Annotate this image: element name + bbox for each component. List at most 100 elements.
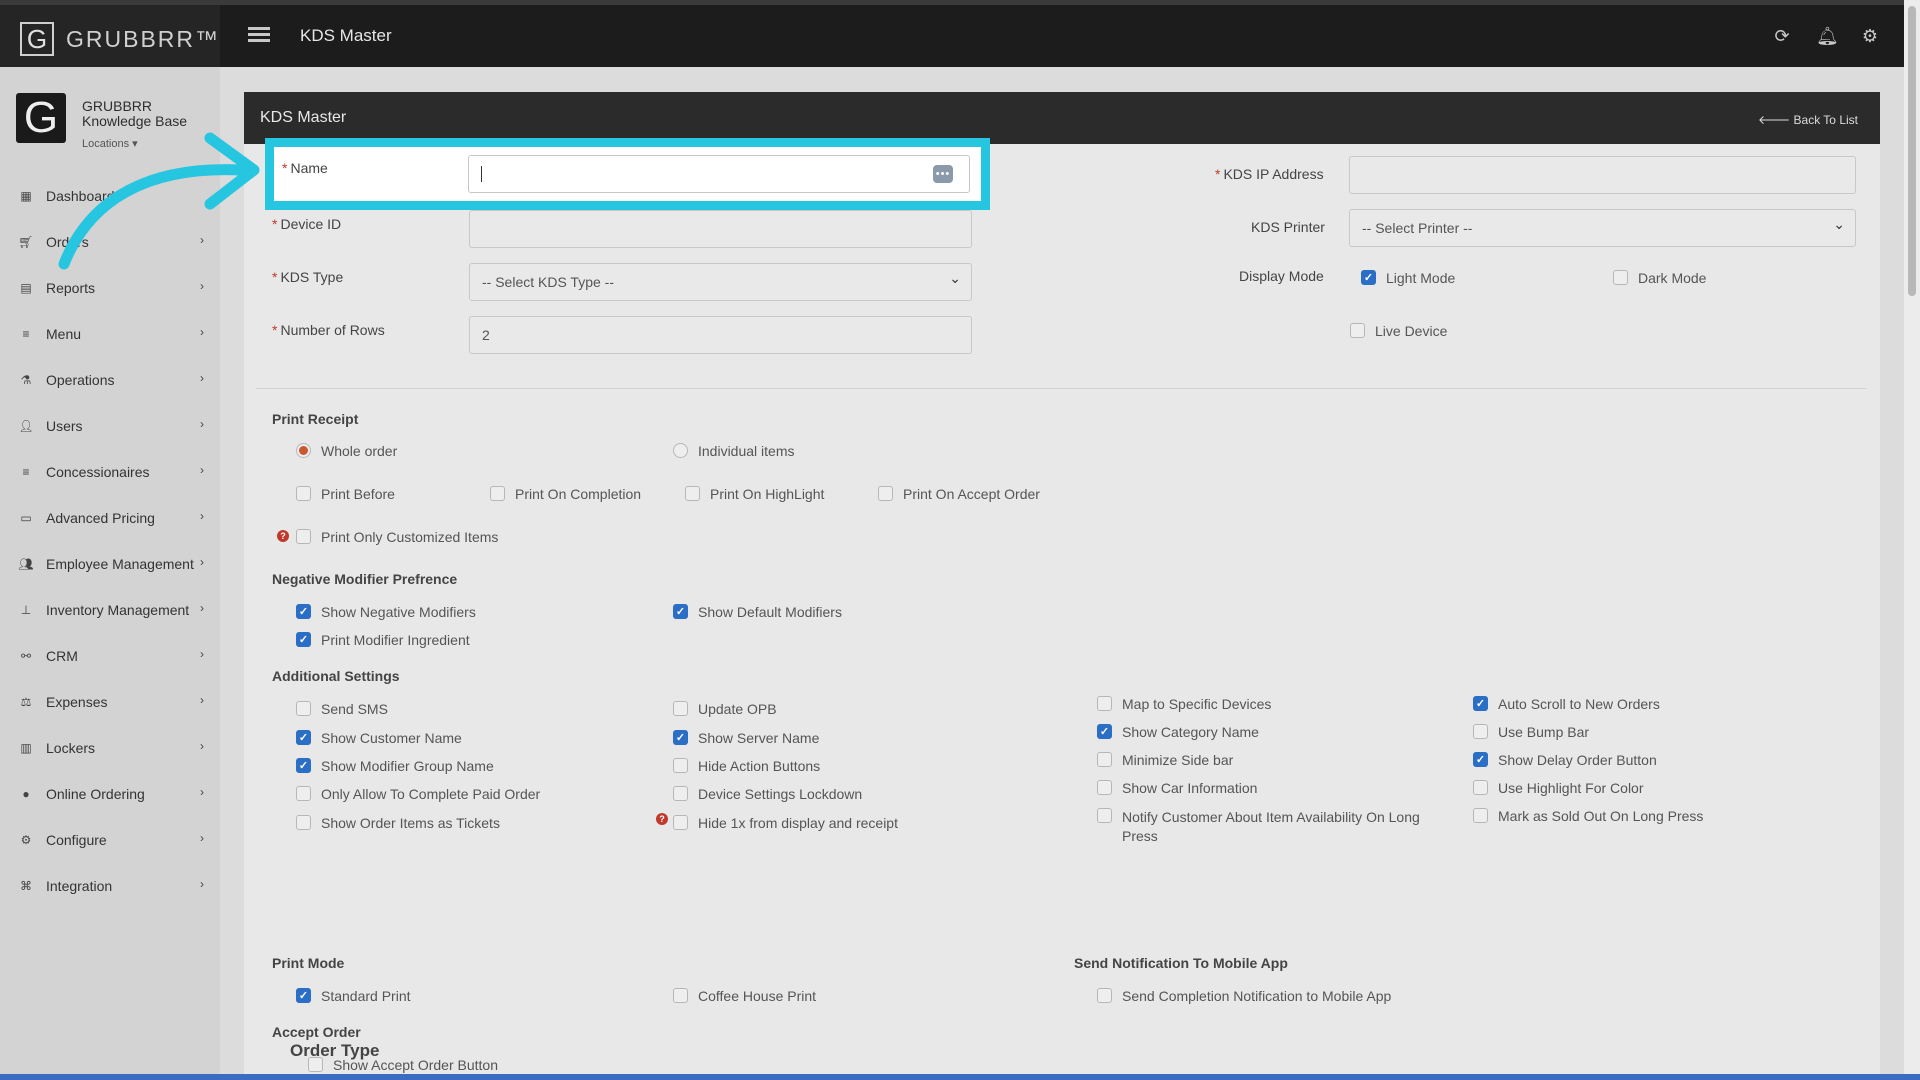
- completion-notification-checkbox[interactable]: Send Completion Notification to Mobile A…: [1097, 988, 1391, 1004]
- checkbox-box: [673, 786, 688, 801]
- bell-icon[interactable]: 🔔︎: [1816, 26, 1839, 47]
- sidebar-item-concessionaires[interactable]: ≡ Concessionaires ›: [0, 449, 220, 495]
- sidebar-item-menu[interactable]: ≡ Menu ›: [0, 311, 220, 357]
- sidebar-item-reports[interactable]: ▤ Reports ›: [0, 265, 220, 311]
- display-mode-label: Display Mode: [1239, 268, 1324, 284]
- individual-items-radio[interactable]: Individual items: [673, 443, 795, 459]
- balance-icon: ⚖: [20, 695, 32, 709]
- sidebar-item-employee-management[interactable]: 👥︎ Employee Management ›: [0, 541, 220, 587]
- menu-toggle-icon[interactable]: [248, 27, 270, 43]
- sidebar-item-orders[interactable]: 🛒︎ Orders ›: [0, 219, 220, 265]
- light-mode-checkbox[interactable]: ✓ Light Mode: [1361, 270, 1455, 286]
- check-icon: ✓: [296, 604, 311, 619]
- more-options-icon[interactable]: •••: [933, 165, 953, 183]
- radio-dot: [673, 443, 688, 458]
- scrollbar[interactable]: [1904, 0, 1920, 1080]
- live-device-label: Live Device: [1375, 323, 1448, 339]
- show-default-label: Show Default Modifiers: [698, 604, 842, 620]
- show-delay-checkbox[interactable]: ✓ Show Delay Order Button: [1473, 752, 1657, 768]
- show-car-checkbox[interactable]: Show Car Information: [1097, 780, 1257, 796]
- device-lockdown-checkbox[interactable]: Device Settings Lockdown: [673, 786, 862, 802]
- kds-type-select[interactable]: -- Select KDS Type --: [469, 263, 972, 301]
- check-icon: ✓: [296, 730, 311, 745]
- sidebar-item-users[interactable]: 👤︎ Users ›: [0, 403, 220, 449]
- update-opb-checkbox[interactable]: Update OPB: [673, 701, 777, 717]
- auto-scroll-label: Auto Scroll to New Orders: [1498, 696, 1660, 712]
- refresh-icon[interactable]: ⟳: [1772, 26, 1792, 47]
- print-on-accept-checkbox[interactable]: Print On Accept Order: [878, 486, 1040, 502]
- auto-scroll-checkbox[interactable]: ✓ Auto Scroll to New Orders: [1473, 696, 1660, 712]
- arrow-left-icon: 🡐: [1758, 113, 1794, 127]
- check-icon: ✓: [296, 758, 311, 773]
- divider: [256, 388, 1866, 389]
- sidebar-item-advanced-pricing[interactable]: ▭ Advanced Pricing ›: [0, 495, 220, 541]
- show-negative-checkbox[interactable]: ✓ Show Negative Modifiers: [296, 604, 476, 620]
- hide-1x-checkbox[interactable]: Hide 1x from display and receipt: [673, 815, 898, 831]
- mark-sold-out-checkbox[interactable]: Mark as Sold Out On Long Press: [1473, 808, 1703, 824]
- sidebar-item-inventory-management[interactable]: ⊥ Inventory Management ›: [0, 587, 220, 633]
- name-input[interactable]: •••: [468, 155, 970, 193]
- minimize-side-checkbox[interactable]: Minimize Side bar: [1097, 752, 1233, 768]
- standard-print-checkbox[interactable]: ✓ Standard Print: [296, 988, 411, 1004]
- send-sms-checkbox[interactable]: Send SMS: [296, 701, 388, 717]
- chevron-right-icon: ›: [200, 371, 204, 385]
- sidebar-item-operations[interactable]: ⚗ Operations ›: [0, 357, 220, 403]
- sidebar-item-label: Users: [46, 418, 83, 434]
- individual-items-label: Individual items: [698, 443, 795, 459]
- use-highlight-checkbox[interactable]: Use Highlight For Color: [1473, 780, 1644, 796]
- sidebar-item-lockers[interactable]: ▥ Lockers ›: [0, 725, 220, 771]
- gear-icon[interactable]: ⚙: [1860, 26, 1880, 47]
- hide-action-checkbox[interactable]: Hide Action Buttons: [673, 758, 820, 774]
- chevron-right-icon: ›: [200, 325, 204, 339]
- kds-type-label-text: KDS Type: [280, 269, 344, 285]
- checkbox-box: [1473, 780, 1488, 795]
- show-category-checkbox[interactable]: ✓ Show Category Name: [1097, 724, 1259, 740]
- help-icon[interactable]: ?: [277, 530, 289, 542]
- print-ingredient-checkbox[interactable]: ✓ Print Modifier Ingredient: [296, 632, 470, 648]
- only-allow-checkbox[interactable]: Only Allow To Complete Paid Order: [296, 786, 540, 802]
- kds-type-value: -- Select KDS Type --: [482, 274, 615, 290]
- live-device-checkbox[interactable]: Live Device: [1350, 323, 1447, 339]
- sidebar-item-online-ordering[interactable]: ● Online Ordering ›: [0, 771, 220, 817]
- print-on-highlight-checkbox[interactable]: Print On HighLight: [685, 486, 824, 502]
- sidebar: G GRUBBRR Knowledge Base Locations ▾ ▦ Da…: [0, 67, 220, 1080]
- sidebar-item-dashboard[interactable]: ▦ Dashboard: [0, 173, 220, 219]
- show-category-label: Show Category Name: [1122, 724, 1259, 740]
- sidebar-item-configure[interactable]: ⚙ Configure ›: [0, 817, 220, 863]
- locations-dropdown[interactable]: Locations ▾: [82, 137, 138, 150]
- light-mode-label: Light Mode: [1386, 270, 1456, 286]
- kds-ip-label: * KDS IP Address: [1215, 166, 1324, 182]
- rows-input[interactable]: 2: [469, 316, 972, 354]
- scrollbar-thumb[interactable]: [1908, 6, 1916, 296]
- brand-logo[interactable]: G GRUBBRR™: [20, 22, 220, 56]
- dark-mode-checkbox[interactable]: Dark Mode: [1613, 270, 1706, 286]
- kds-printer-select[interactable]: -- Select Printer --: [1349, 209, 1856, 247]
- show-server-checkbox[interactable]: ✓ Show Server Name: [673, 730, 819, 746]
- sidebar-item-expenses[interactable]: ⚖ Expenses ›: [0, 679, 220, 725]
- coffee-print-checkbox[interactable]: Coffee House Print: [673, 988, 816, 1004]
- show-default-checkbox[interactable]: ✓ Show Default Modifiers: [673, 604, 842, 620]
- sidebar-item-integration[interactable]: ⌘ Integration ›: [0, 863, 220, 909]
- print-on-completion-checkbox[interactable]: Print On Completion: [490, 486, 641, 502]
- sidebar-item-crm[interactable]: ⚯ CRM ›: [0, 633, 220, 679]
- show-delay-label: Show Delay Order Button: [1498, 752, 1657, 768]
- notify-line1: Notify Customer About Item Availability …: [1122, 809, 1420, 825]
- show-mod-group-checkbox[interactable]: ✓ Show Modifier Group Name: [296, 758, 494, 774]
- notify-customer-checkbox[interactable]: Notify Customer About Item Availability …: [1097, 808, 1420, 846]
- show-customer-checkbox[interactable]: ✓ Show Customer Name: [296, 730, 462, 746]
- use-bump-checkbox[interactable]: Use Bump Bar: [1473, 724, 1589, 740]
- print-only-customized-checkbox[interactable]: Print Only Customized Items: [296, 529, 498, 545]
- chevron-right-icon: ›: [200, 463, 204, 477]
- help-icon[interactable]: ?: [656, 813, 668, 825]
- negative-modifier-title: Negative Modifier Prefrence: [272, 571, 458, 587]
- checkbox-box: [1097, 696, 1112, 711]
- show-tickets-checkbox[interactable]: Show Order Items as Tickets: [296, 815, 500, 831]
- print-before-checkbox[interactable]: Print Before: [296, 486, 395, 502]
- whole-order-radio[interactable]: Whole order: [296, 443, 397, 459]
- kds-ip-input[interactable]: [1349, 156, 1856, 194]
- back-to-list-link[interactable]: 🡐 Back To List: [1758, 112, 1858, 127]
- device-id-input[interactable]: [469, 210, 972, 248]
- check-icon: ✓: [296, 988, 311, 1003]
- print-on-highlight-label: Print On HighLight: [710, 486, 825, 502]
- map-devices-checkbox[interactable]: Map to Specific Devices: [1097, 696, 1271, 712]
